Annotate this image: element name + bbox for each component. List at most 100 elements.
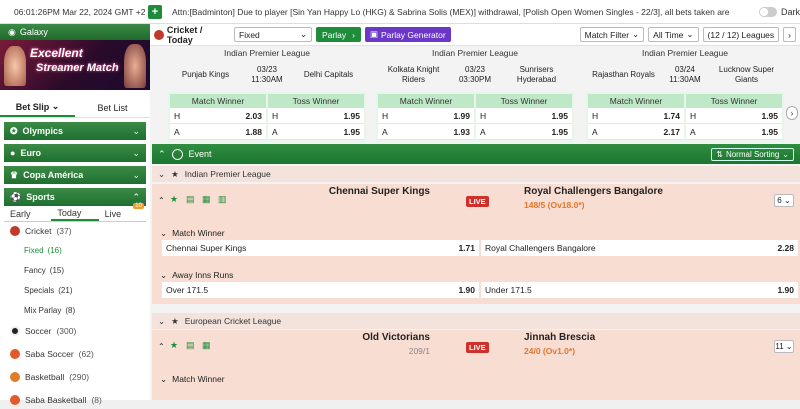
odds-cell[interactable]: Royal Challengers Bangalore 2.28: [481, 240, 798, 256]
sidebar-item-basketball[interactable]: Basketball (290): [0, 368, 150, 386]
card-teams: Punjab Kings 03/23 11:30AM Delhi Capitals: [168, 58, 366, 92]
sidebar-item-specials[interactable]: Specials (21): [0, 280, 150, 300]
sidebar-item-fancy[interactable]: Fancy (15): [0, 260, 150, 280]
sidebar-item-saba-soccer[interactable]: Saba Soccer (62): [0, 345, 150, 363]
odds-cell[interactable]: Over 171.5 1.90: [162, 282, 479, 298]
selection-label: Royal Challengers Bangalore: [485, 243, 596, 253]
time-filter-select[interactable]: All Time ⌄: [648, 27, 699, 42]
sort-select[interactable]: ⇅ Normal Sorting ⌄: [711, 147, 794, 161]
refresh-button[interactable]: ›: [783, 27, 796, 42]
odds-key: A: [690, 126, 696, 137]
sub-count: (8): [65, 305, 76, 315]
odds-cell[interactable]: Under 171.5 1.90: [481, 282, 798, 298]
promo-person-image: [4, 46, 26, 86]
sidebar-item-soccer[interactable]: Soccer (300): [0, 322, 150, 340]
odds-cell[interactable]: A 1.95: [686, 124, 782, 140]
card-datetime: 03/23 03:30PM: [451, 65, 499, 85]
match-summary: ⌃ ★ ▤ ▦ ▥ Chennai Super Kings LIVE Royal…: [152, 184, 800, 220]
tab-today[interactable]: Today: [51, 206, 99, 221]
odds-cell[interactable]: H 1.95: [268, 108, 364, 124]
chevron-down-icon: ⌄: [783, 196, 791, 205]
category-copa-america[interactable]: ♛ Copa América ⌄: [4, 166, 146, 184]
dark-mode-toggle[interactable]: [758, 6, 777, 17]
promo-person-image: [124, 44, 146, 88]
star-icon[interactable]: ★: [170, 194, 180, 204]
chevron-up-icon[interactable]: ⌃: [158, 342, 165, 351]
chevron-down-icon: ⌄: [299, 29, 307, 39]
tab-bet-list[interactable]: Bet List: [75, 98, 150, 117]
chevron-down-icon: ⌄: [132, 125, 140, 136]
collapse-icon[interactable]: ⌃: [158, 149, 166, 160]
odds-cell[interactable]: H 1.99: [378, 108, 474, 124]
odds-cell[interactable]: H 1.95: [476, 108, 572, 124]
market-header: Toss Winner: [686, 94, 782, 108]
sidebar-item-saba-basketball[interactable]: Saba Basketball (8): [0, 391, 150, 409]
sidebar-item-fixed[interactable]: Fixed (16): [0, 240, 150, 260]
leagues-select[interactable]: (12 / 12) Leagues: [702, 27, 780, 42]
sidebar: ◉ Galaxy Excellent Streamer Match Bet Sl…: [0, 24, 150, 405]
scoreboard-icon[interactable]: ▤: [186, 340, 196, 350]
galaxy-header[interactable]: ◉ Galaxy: [0, 24, 150, 40]
odds-value: 1.88: [245, 126, 262, 137]
promo-banner[interactable]: Excellent Streamer Match: [0, 40, 150, 90]
chevron-down-icon: ⌄: [158, 315, 166, 326]
home-team: Old Victorians: [362, 332, 430, 343]
category-sports[interactable]: ⚽ Sports ⌃: [4, 188, 146, 206]
odds-type-select[interactable]: Fixed ⌄: [234, 27, 312, 42]
star-icon[interactable]: ★: [170, 340, 180, 350]
tab-live[interactable]: Live 10: [99, 203, 146, 221]
category-euro[interactable]: ● Euro ⌄: [4, 144, 146, 162]
card-market-grid: Match Winner H 2.03 A 1.88 Toss Winner H 1.…: [170, 94, 364, 140]
card-away-team: Delhi Capitals: [303, 70, 354, 79]
odds-cell[interactable]: H 2.03: [170, 108, 266, 124]
odds-value: 1.99: [453, 110, 470, 121]
chevron-down-icon: ⌄: [51, 101, 60, 111]
star-icon[interactable]: ★: [171, 316, 179, 327]
chevron-right-icon[interactable]: ›: [786, 106, 798, 120]
sub-count: (21): [58, 285, 73, 295]
card-markets: Match Winner H 1.99 A 1.93 Toss Winner H 1.…: [376, 92, 574, 142]
more-markets-select[interactable]: 6 ⌄: [774, 194, 794, 207]
chevron-up-icon[interactable]: ⌃: [158, 196, 165, 205]
card-away-team: Lucknow Super Giants: [718, 65, 775, 84]
market-title[interactable]: ⌄ Away Inns Runs: [152, 268, 800, 282]
sports-icon: ⚽: [10, 191, 22, 202]
sort-icon: ⇅: [716, 149, 723, 159]
more-markets-select[interactable]: 11 ⌄: [774, 340, 794, 353]
tab-bet-slip[interactable]: Bet Slip ⌄: [0, 98, 75, 117]
odds-cell[interactable]: A 1.95: [268, 124, 364, 140]
league-header[interactable]: ⌄ ★ Indian Premier League: [152, 166, 800, 182]
odds-cell[interactable]: Chennai Super Kings 1.71: [162, 240, 479, 256]
sidebar-item-mix-parlay[interactable]: Mix Parlay (8): [0, 300, 150, 320]
odds-value: 1.95: [343, 126, 360, 137]
market-title[interactable]: ⌄ Match Winner: [152, 372, 800, 386]
clock-icon: [171, 148, 183, 160]
match-filter-select[interactable]: Match Filter ⌄: [579, 27, 645, 42]
odds-cell[interactable]: A 1.88: [170, 124, 266, 140]
time-filter-label: All Time: [653, 29, 684, 40]
sidebar-item-cricket[interactable]: Cricket (37): [0, 222, 150, 240]
calculator-icon[interactable]: ▦: [202, 340, 212, 350]
category-olympics[interactable]: ✪ Olympics ⌄: [4, 122, 146, 140]
match-icons: ★ ▤ ▦ ▥: [170, 194, 228, 204]
odds-cell[interactable]: A 1.93: [378, 124, 474, 140]
odds-cell[interactable]: A 2.17: [588, 124, 684, 140]
market-title[interactable]: ⌄ Match Winner: [152, 226, 800, 240]
odds-cell[interactable]: A 1.95: [476, 124, 572, 140]
odds-cell[interactable]: H 1.74: [588, 108, 684, 124]
tab-early[interactable]: Early: [4, 206, 51, 221]
add-icon[interactable]: +: [148, 4, 162, 19]
scoreboard-icon[interactable]: ▤: [186, 194, 196, 204]
odds-cell[interactable]: H 1.95: [686, 108, 782, 124]
parlay-button[interactable]: Parlay ›: [316, 27, 361, 42]
league-header[interactable]: ⌄ ★ European Cricket League: [152, 313, 800, 329]
saba-soccer-icon: [10, 349, 20, 359]
chevron-down-icon: ⌄: [785, 342, 793, 351]
star-icon[interactable]: ★: [171, 169, 179, 180]
announcement-marquee[interactable]: Attn:[Badminton] Due to player [Sin Yan …: [172, 7, 749, 17]
odds-key: A: [272, 126, 278, 137]
odds-key: H: [382, 110, 389, 121]
stats-icon[interactable]: ▥: [218, 194, 228, 204]
parlay-generator-button[interactable]: ▣ Parlay Generator: [364, 27, 451, 42]
calculator-icon[interactable]: ▦: [202, 194, 212, 204]
